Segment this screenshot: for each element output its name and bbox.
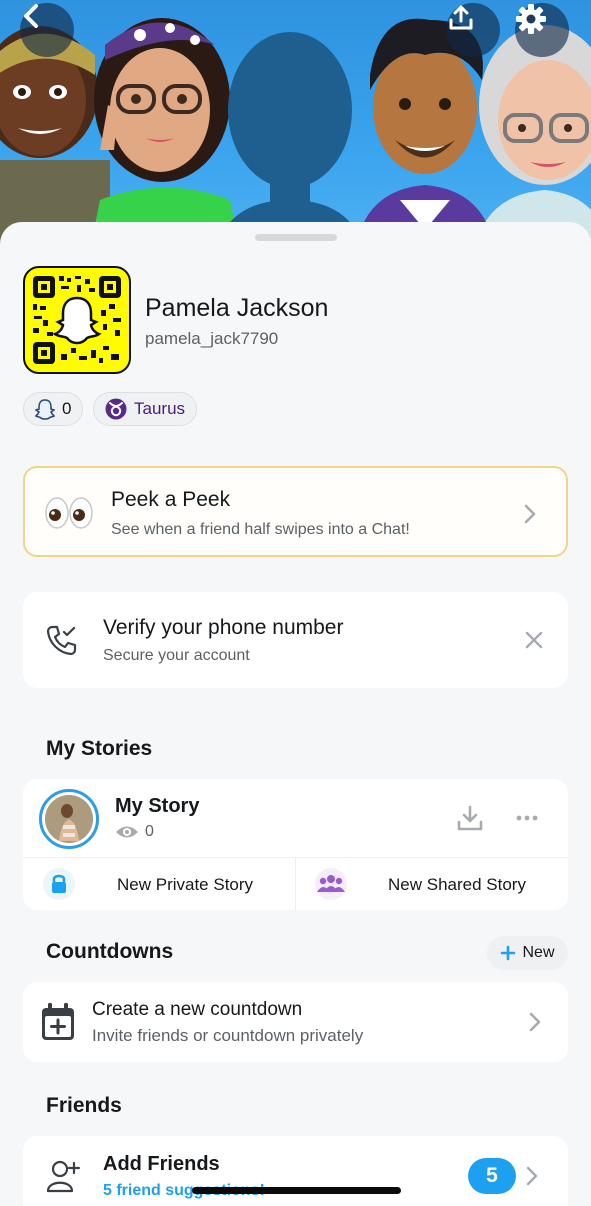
profile-username[interactable]: pamela_jack7790 — [145, 329, 278, 349]
verify-title: Verify your phone number — [103, 616, 344, 639]
peek-a-peek-card[interactable]: Peek a Peek See when a friend half swipe… — [23, 466, 568, 557]
create-countdown-card[interactable]: Create a new countdown Invite friends or… — [23, 982, 568, 1062]
ghost-outline-icon — [35, 399, 55, 420]
new-countdown-button[interactable]: New — [487, 936, 568, 970]
plus-icon — [501, 945, 516, 961]
eye-icon — [116, 826, 138, 838]
story-thumbnail — [39, 789, 99, 849]
bitmoji-friends-illustration — [0, 18, 591, 250]
home-indicator[interactable] — [192, 1187, 401, 1194]
peek-subtitle: See when a friend half swipes into a Cha… — [111, 521, 410, 538]
more-options-icon[interactable] — [516, 815, 538, 821]
download-icon[interactable] — [456, 804, 484, 832]
verify-subtitle: Secure your account — [103, 647, 250, 664]
my-stories-card: My Story 0 New Private Story New Shared … — [23, 779, 568, 910]
add-friends-title: Add Friends — [103, 1153, 220, 1175]
my-stories-heading: My Stories — [46, 737, 153, 760]
verify-phone-card[interactable]: Verify your phone number Secure your acc… — [23, 592, 568, 688]
bitmoji-avatar-2 — [90, 18, 240, 250]
add-friends-card[interactable]: Add Friends 5 friend suggestions! 5 — [23, 1136, 568, 1206]
create-countdown-subtitle: Invite friends or countdown privately — [92, 1026, 364, 1045]
close-icon[interactable] — [525, 631, 543, 649]
new-private-story-button[interactable]: New Private Story — [23, 858, 295, 910]
chevron-right-icon — [524, 504, 536, 524]
chevron-left-icon — [24, 4, 38, 28]
group-icon — [315, 868, 347, 900]
create-countdown-title: Create a new countdown — [92, 999, 303, 1020]
peek-title: Peek a Peek — [111, 488, 231, 511]
suggestion-count-badge: 5 — [468, 1158, 516, 1194]
sheet-grabber[interactable] — [255, 234, 337, 241]
settings-button[interactable] — [515, 3, 569, 57]
new-private-story-label: New Private Story — [117, 875, 254, 894]
back-button[interactable] — [20, 3, 74, 57]
story-view-count: 0 — [145, 823, 154, 840]
share-profile-button[interactable] — [446, 3, 500, 57]
add-friend-icon — [46, 1160, 81, 1193]
friends-heading: Friends — [46, 1094, 122, 1117]
snapcode-qr-pattern — [33, 276, 121, 364]
my-story-title: My Story — [115, 795, 200, 817]
calendar-add-icon — [42, 1003, 74, 1040]
bitmoji-avatar-5 — [475, 25, 591, 250]
chevron-right-icon — [529, 1012, 541, 1032]
bitmoji-header-banner — [0, 0, 591, 250]
profile-display-name: Pamela Jackson — [145, 294, 329, 322]
phone-check-icon — [46, 625, 77, 656]
snap-score-pill[interactable]: 0 — [23, 392, 84, 426]
new-shared-story-label: New Shared Story — [388, 875, 526, 894]
new-shared-story-button[interactable]: New Shared Story — [296, 858, 568, 910]
bitmoji-avatar-1 — [0, 26, 110, 250]
eyes-icon — [45, 497, 93, 529]
snapcode[interactable] — [23, 266, 131, 374]
new-countdown-label: New — [522, 944, 555, 961]
lock-icon — [43, 868, 75, 900]
zodiac-label: Taurus — [134, 399, 186, 418]
chevron-right-icon — [526, 1166, 538, 1186]
snap-score-value: 0 — [62, 399, 72, 418]
upload-icon — [449, 5, 473, 30]
gear-icon — [516, 4, 546, 34]
countdowns-heading: Countdowns — [46, 940, 174, 963]
bitmoji-silhouette — [215, 32, 365, 250]
my-story-row[interactable]: My Story 0 — [23, 779, 568, 857]
taurus-icon — [105, 398, 127, 420]
ghost-icon — [52, 296, 102, 345]
profile-sheet: Pamela Jackson pamela_jack7790 0 Taurus … — [0, 222, 591, 1206]
zodiac-pill[interactable]: Taurus — [93, 392, 198, 426]
